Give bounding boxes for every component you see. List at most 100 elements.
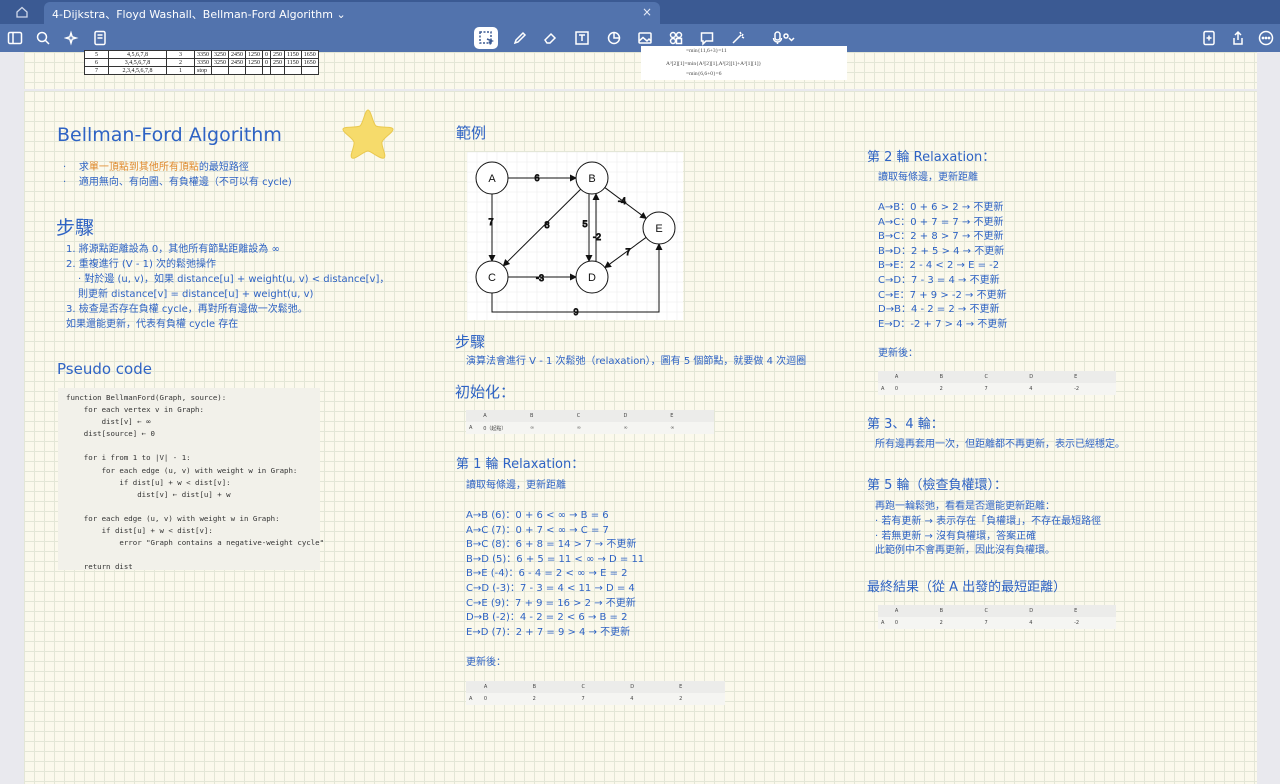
table-cell: A [469, 425, 473, 431]
table-cell: 5 [84, 50, 109, 59]
table-cell: ∞ [576, 425, 581, 431]
image-icon[interactable] [635, 28, 655, 48]
step-line: 1. 將源點距離設為 0，其他所有節點距離設為 ∞ [66, 244, 280, 255]
more-icon[interactable] [1256, 28, 1276, 48]
table-row: A 0 2 7 4 -2 [878, 617, 1116, 629]
star-sticker-icon[interactable] [340, 107, 396, 161]
home-icon[interactable] [14, 4, 30, 20]
table-cell: A [894, 374, 899, 380]
table-cell: ∞ [670, 425, 675, 431]
page-title: Bellman-Ford Algorithm [57, 124, 282, 146]
table-cell: A [483, 413, 487, 419]
tab-bar: 4-Dijkstra、Floyd Washall、Bellman-Ford Al… [0, 0, 1280, 24]
table-cell: C [581, 684, 585, 690]
table-row: A 0（起點） ∞ ∞ ∞ ∞ [466, 422, 714, 434]
tab-title: 4-Dijkstra、Floyd Washall、Bellman-Ford Al… [52, 8, 346, 21]
example-heading: 範例 [456, 124, 487, 142]
table-cell: 1250 [245, 58, 263, 67]
table-cell: 4 [1029, 386, 1033, 392]
comment-icon[interactable] [697, 28, 717, 48]
relaxation-line: B→D：2 + 5 > 4 → 不更新 [878, 245, 1005, 257]
canvas[interactable]: 5 4,5,6,7,8 3 3350 3250 2450 1250 0 250 1150 1650 … [0, 46, 1280, 784]
table-cell: 1250 [245, 50, 263, 59]
relaxation-line: B→E：2 - 4 < 2 → E = -2 [878, 260, 1000, 272]
table-cell: 4,5,6,7,8 [108, 50, 167, 59]
table-cell: E [670, 413, 674, 419]
table-cell: 0 [262, 58, 271, 67]
table-cell: 3 [166, 50, 195, 59]
step-line: 如果還能更新，代表有負權 cycle 存在 [66, 319, 239, 330]
sparkle-icon[interactable] [62, 28, 82, 48]
relaxation-line: A→B (6)：0 + 6 < ∞ → B = 6 [466, 510, 609, 521]
sidebar-icon[interactable] [5, 28, 25, 48]
notes-icon[interactable] [90, 28, 110, 48]
table-cell: 3250 [211, 58, 229, 67]
table-cell: 1 [166, 66, 195, 75]
relaxation-line: B→D (5)：6 + 5 = 11 < ∞ → D = 11 [466, 553, 645, 565]
round34-heading: 第 3、4 輪： [867, 417, 944, 432]
close-tab-icon[interactable]: × [642, 5, 652, 19]
table-row: 6 3,4,5,6,7,8 2 3350 3250 2450 1250 0 250 1150 165… [84, 58, 319, 67]
table-cell: 2450 [228, 58, 246, 67]
round1-after-label: 更新後： [466, 657, 506, 668]
share-icon[interactable] [1228, 28, 1248, 48]
table-cell [466, 681, 481, 693]
steps-heading-2: 步驟 [455, 333, 486, 351]
formula-line: A³[2][1]=min{A²[2][1],A²[2][1]+A²[1][1]} [666, 61, 762, 67]
code-block[interactable]: function BellmanFord(Graph, source): for… [58, 388, 324, 571]
table-cell [284, 66, 302, 75]
lasso-icon[interactable] [474, 27, 498, 49]
table-cell: D [623, 413, 628, 419]
graph-edge [502, 188, 581, 267]
table-cell: ∞ [623, 425, 628, 431]
table-cell [300, 66, 319, 75]
relaxation-line: A→C：0 + 7 = 7 → 不更新 [878, 216, 1004, 228]
add-page-icon[interactable] [1199, 28, 1219, 48]
round5-line: 此範例中不會再更新，因此沒有負權環。 [875, 545, 1055, 556]
relaxation-line: E→D：-2 + 7 > 4 → 不更新 [878, 318, 1008, 330]
table-cell: 250 [270, 58, 285, 67]
edge-weight-label: 8 [544, 220, 549, 230]
mic-icon[interactable] [768, 28, 800, 48]
table-cell: 4 [1029, 620, 1033, 626]
table-cell [270, 66, 285, 75]
table-cell: C [984, 608, 988, 614]
bullet-item: · 適用無向、有向圖、有負權邊（不可以有 cycle) [63, 177, 292, 188]
table-row: 7 2,3,4,5,6,7,8 1 stop [84, 66, 319, 75]
document-tab[interactable]: 4-Dijkstra、Floyd Washall、Bellman-Ford Al… [44, 2, 660, 24]
pen-icon[interactable] [510, 28, 530, 48]
textbox-icon[interactable] [572, 28, 592, 48]
round5-line: 再跑一輪鬆弛，看看是否還能更新距離： [875, 501, 1055, 512]
table-cell: 1150 [284, 58, 302, 67]
previous-page[interactable]: 5 4,5,6,7,8 3 3350 3250 2450 1250 0 250 1150 1650 … [24, 46, 1257, 89]
table-cell: A [894, 608, 899, 614]
table-cell: B [939, 374, 944, 380]
edge-weight-label: -3 [536, 273, 544, 283]
table-row: A 0 2 7 4 -2 [878, 383, 1116, 395]
round1-heading: 第 1 輪 Relaxation： [456, 457, 585, 472]
round1-table: A B C D E A 0 2 7 4 2 [466, 681, 725, 705]
table-row: 5 4,5,6,7,8 3 3350 3250 2450 1250 0 250 1150 1650 [84, 50, 319, 59]
relaxation-line: C→D：7 - 3 = 4 → 不更新 [878, 275, 1000, 286]
relaxation-line: B→C (8)：6 + 8 = 14 > 7 → 不更新 [466, 539, 637, 551]
table-cell: 2 [679, 696, 683, 702]
graph-diagram[interactable]: 6 7 8 5 -2 -4 -3 7 9 A B C D E [467, 152, 683, 320]
shapes-icon[interactable] [604, 28, 624, 48]
eraser-icon[interactable] [540, 28, 560, 48]
node-label: D [588, 272, 596, 284]
code-text: function BellmanFord(Graph, source): for… [66, 393, 325, 572]
table-cell: D [1029, 608, 1034, 614]
formula-line: =min{11,6+3}=11 [686, 48, 727, 54]
sticker-icon[interactable] [666, 28, 686, 48]
chevron-down-icon[interactable]: ⌄ [336, 8, 345, 21]
table-cell: E [679, 684, 683, 690]
table-cell: C [576, 413, 581, 419]
toolbar [0, 24, 1280, 52]
relaxation-line: C→E (9)：7 + 9 = 16 > 2 → 不更新 [466, 597, 636, 609]
round2-table: A B C D E A 0 2 7 4 -2 [878, 371, 1116, 395]
search-icon[interactable] [33, 28, 53, 48]
magic-icon[interactable] [728, 28, 748, 48]
table-cell: D [630, 684, 635, 690]
previous-page-table: 5 4,5,6,7,8 3 3350 3250 2450 1250 0 250 1150 1650 … [84, 50, 319, 75]
current-page[interactable]: Bellman-Ford Algorithm · 求單一頂點到其他所有頂點的最短… [24, 91, 1257, 784]
